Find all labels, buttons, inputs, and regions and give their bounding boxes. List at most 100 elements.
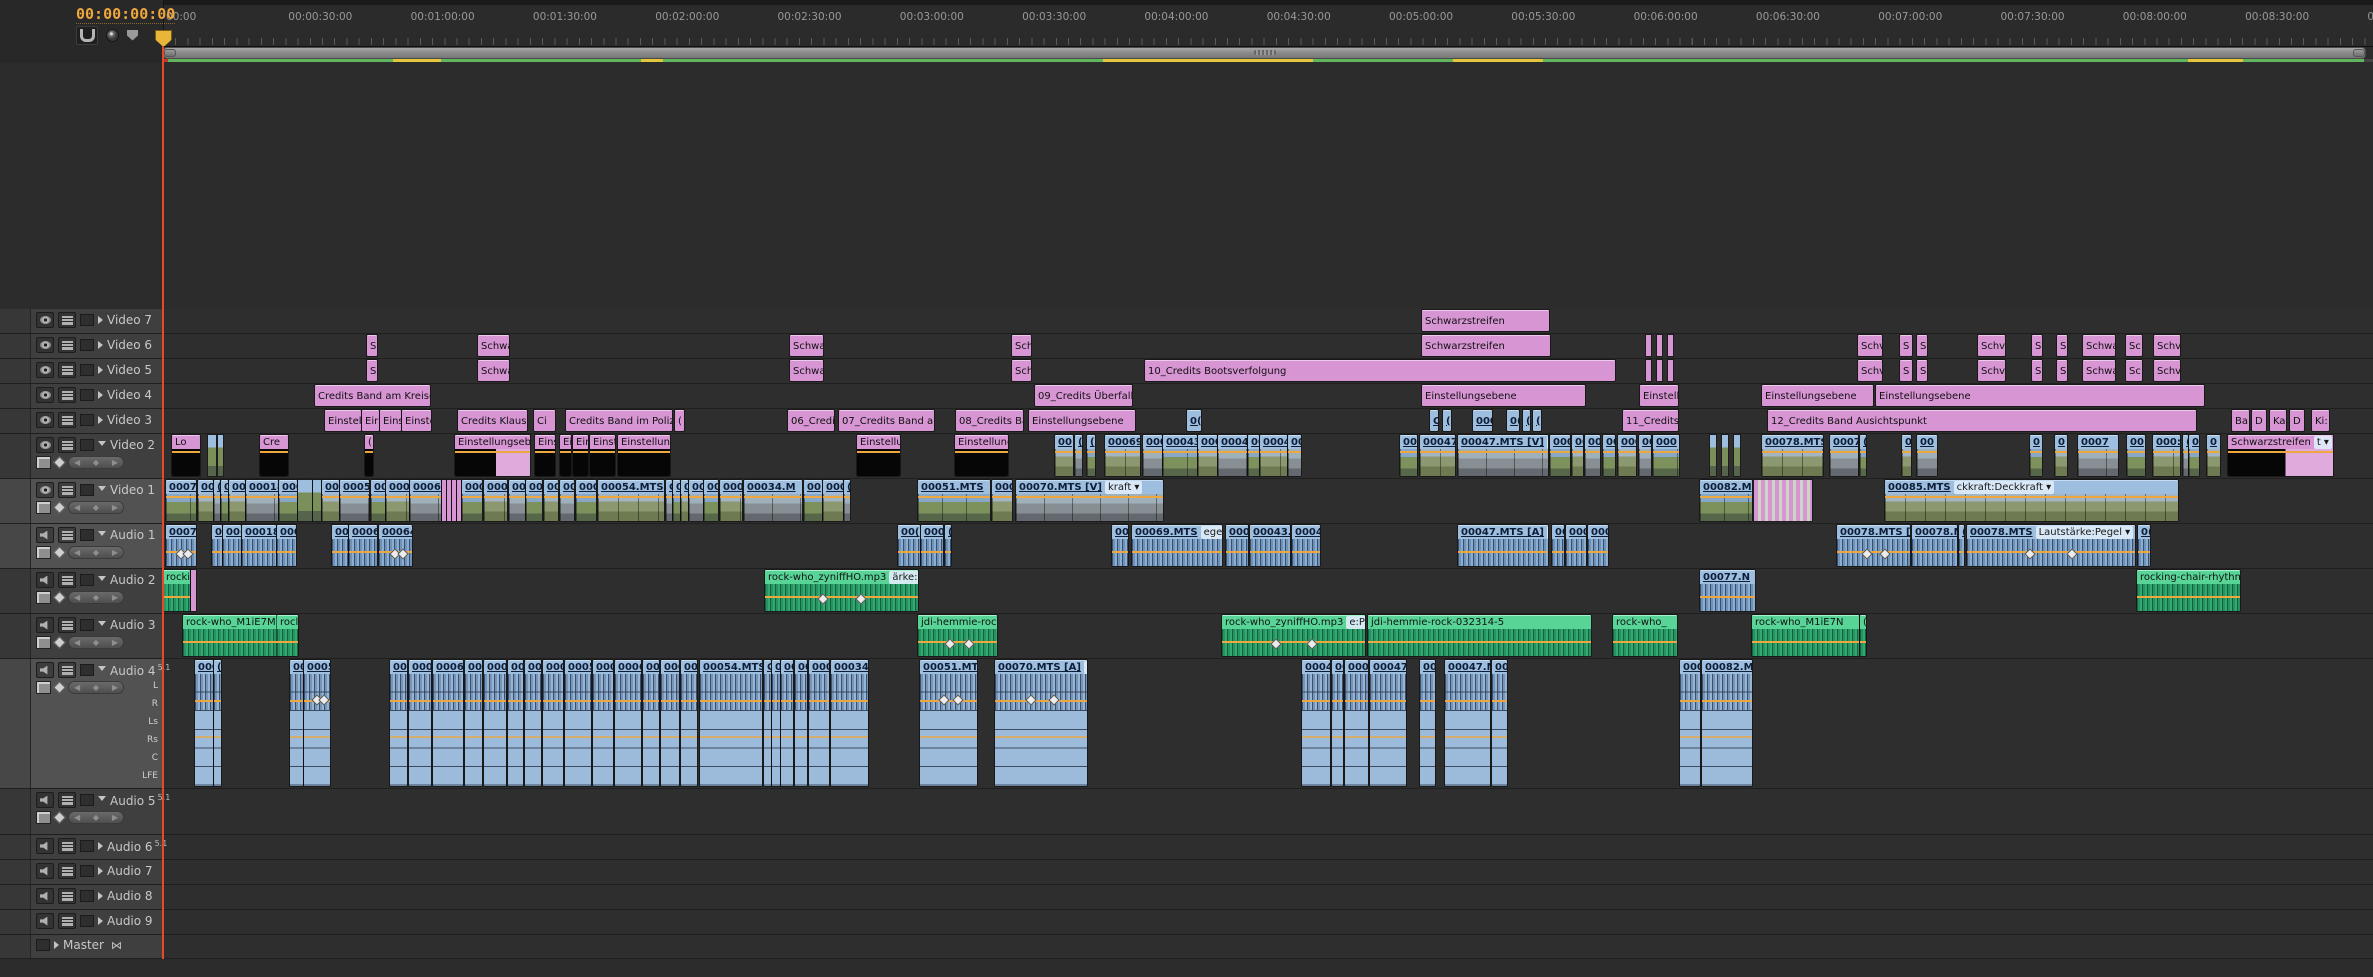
clip[interactable]: 00051.MTS (918, 480, 990, 521)
clip[interactable]: 00 (804, 480, 822, 521)
clip[interactable]: ( (1443, 410, 1451, 431)
clip[interactable]: Ei (560, 435, 571, 476)
clip[interactable]: Einstellungsebene (1876, 385, 2204, 406)
clip[interactable]: Einstellungsebe (455, 435, 530, 476)
clip[interactable]: 00034.M (831, 660, 868, 786)
clip[interactable]: 000 (290, 660, 303, 786)
clip[interactable]: 00078.M (1912, 525, 1957, 566)
clip[interactable]: Schv (1978, 335, 2005, 356)
add-keyframe-icon[interactable] (53, 681, 66, 694)
clip-sliver[interactable] (208, 435, 216, 476)
add-keyframe-icon[interactable] (53, 811, 66, 824)
clip[interactable]: 0004 (1292, 525, 1320, 566)
clip-sliver[interactable] (1754, 480, 1812, 521)
clip[interactable]: Schwar (790, 335, 823, 356)
lock-toggle[interactable] (80, 529, 94, 541)
set-display-style-icon[interactable] (36, 636, 51, 649)
clip[interactable]: 0005 (576, 480, 596, 521)
clip[interactable]: rock-who_M1iE7N (1752, 615, 1859, 656)
clip[interactable]: Ba (2232, 410, 2249, 431)
clip[interactable]: 00043 (1218, 435, 1247, 476)
clip[interactable]: 0005 (565, 660, 591, 786)
keyframe-nav-widget[interactable]: ◀◆▶ (68, 636, 124, 649)
clip[interactable]: 0 (673, 480, 680, 521)
clip[interactable]: 000 (1550, 435, 1570, 476)
lock-toggle[interactable] (80, 439, 94, 451)
track-display-button[interactable] (58, 482, 76, 498)
clip[interactable]: 0006 (484, 480, 507, 521)
clip[interactable]: D (2252, 410, 2266, 431)
clip[interactable]: 00082.M (1700, 480, 1752, 521)
set-display-style-icon[interactable] (36, 456, 51, 469)
sync-lock-column[interactable] (0, 935, 31, 958)
clip[interactable]: S (367, 360, 377, 381)
set-display-style-icon[interactable] (36, 681, 51, 694)
clip[interactable]: 0( (2189, 435, 2199, 476)
clip-sliver[interactable] (452, 480, 456, 521)
add-keyframe-icon[interactable] (53, 636, 66, 649)
clip[interactable]: ( (2183, 435, 2188, 476)
clip[interactable]: ( (1087, 435, 1095, 476)
clip[interactable]: 000 (1143, 435, 1162, 476)
keyframe-diamond[interactable] (938, 694, 949, 705)
clip[interactable]: 0006 (409, 660, 431, 786)
clip[interactable]: D (2290, 410, 2304, 431)
clip[interactable]: 0007 (166, 480, 196, 521)
clip[interactable]: ( (1860, 615, 1866, 656)
clip-sliver[interactable] (218, 435, 223, 476)
clip[interactable]: C (764, 660, 771, 786)
clip[interactable]: Einstellungsebene (1762, 385, 1873, 406)
clip[interactable]: 00 (1639, 435, 1651, 476)
clip-sliver[interactable] (1657, 335, 1662, 356)
toggle-track-mute-button[interactable] (36, 617, 54, 633)
track-content-master[interactable] (163, 935, 2373, 958)
clip[interactable]: jdi-hemmie-rock-032314-5 (1368, 615, 1591, 656)
clip[interactable]: 11_Credits (1623, 410, 1678, 431)
track-content-audio-9[interactable] (163, 910, 2373, 934)
clip-effect-badge[interactable]: egel ▾ (1201, 526, 1222, 539)
twirl-icon[interactable] (98, 666, 106, 675)
clip[interactable]: 000 (390, 660, 407, 786)
clip[interactable]: jdi-hemmie-rock- (918, 615, 997, 656)
clip[interactable]: 0004 (1345, 660, 1368, 786)
add-keyframe-icon[interactable] (53, 546, 66, 559)
track-content-audio-4[interactable]: 000(0000005600000060006(00000060000000!0… (163, 659, 2373, 788)
keyframe-diamond[interactable] (1879, 548, 1890, 559)
clip-effect-badge[interactable]: ckkraft:Deckkraft ▾ (1954, 481, 2055, 494)
clip[interactable]: 00 (1332, 660, 1343, 786)
clip[interactable]: 09_Credits Überfall E (1035, 385, 1132, 406)
track-display-button[interactable] (58, 437, 76, 453)
toggle-track-output-button[interactable] (36, 312, 54, 328)
clip[interactable]: Schv (1858, 335, 1882, 356)
clip[interactable]: S (2032, 360, 2042, 381)
keyframe-diamond[interactable] (1026, 694, 1037, 705)
lock-toggle[interactable] (80, 794, 94, 806)
timeline-settings-icon[interactable] (106, 29, 119, 42)
clip[interactable]: 00047.MTS [A]el ▾ (1458, 525, 1548, 566)
set-display-style-icon[interactable] (36, 591, 51, 604)
clip[interactable]: 00054.MTS (700, 660, 762, 786)
twirl-icon[interactable] (98, 867, 103, 875)
toggle-track-mute-button[interactable] (36, 838, 54, 854)
clip[interactable]: 00070.MTS [A]Pegel ▾ (995, 660, 1087, 786)
clip[interactable]: Credits Band im Poliz (566, 410, 672, 431)
clip[interactable]: 000 (509, 480, 525, 521)
clip[interactable]: 00 (371, 480, 385, 521)
keyframe-diamond[interactable] (1306, 638, 1317, 649)
clip[interactable]: 0 (1902, 435, 1911, 476)
clip[interactable]: 000 (526, 480, 542, 521)
clip[interactable]: Einst (590, 435, 615, 476)
toggle-track-output-button[interactable] (36, 362, 54, 378)
clip[interactable]: S (1900, 335, 1912, 356)
clip[interactable]: 00078.MTSLautstärke:Pegel ▾ (1967, 525, 2135, 566)
clip[interactable]: 0006 (615, 660, 641, 786)
clip[interactable]: 0006 (484, 660, 506, 786)
track-content-audio-6[interactable] (163, 835, 2373, 859)
current-timecode[interactable]: 00:00:00:00 (76, 5, 175, 24)
clip[interactable]: 07_Credits Band am (839, 410, 934, 431)
clip[interactable]: S (2057, 360, 2067, 381)
clip[interactable]: 00( (198, 480, 213, 521)
clip[interactable]: Einste (402, 410, 431, 431)
sync-lock-column[interactable] (0, 789, 31, 834)
clip[interactable]: 0 (2055, 435, 2067, 476)
